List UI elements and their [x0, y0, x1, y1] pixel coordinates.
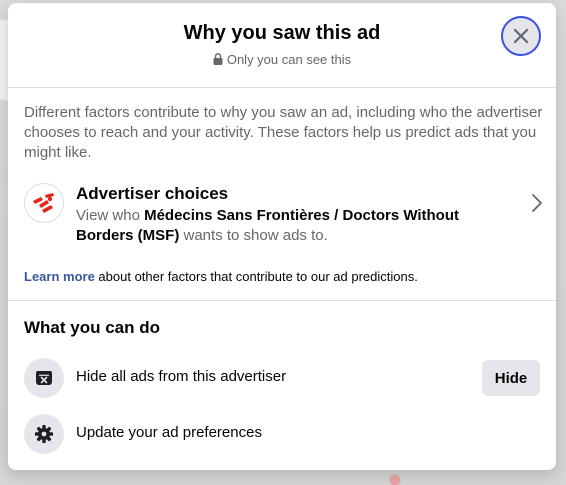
learn-more-link[interactable]: Learn more: [24, 269, 95, 284]
learn-more-text: about other factors that contribute to o…: [94, 269, 418, 284]
hide-ad-icon: [24, 358, 64, 398]
desc-suffix: wants to show ads to.: [179, 227, 328, 244]
update-ad-preferences-row[interactable]: Update your ad preferences: [24, 414, 540, 454]
divider: [8, 300, 556, 301]
hide-button[interactable]: Hide: [482, 360, 540, 396]
update-ad-preferences-label: Update your ad preferences: [76, 424, 262, 441]
advertiser-choices-heading: Advertiser choices: [76, 184, 229, 203]
why-you-saw-this-ad-dialog: Why you saw this ad Only you can see thi…: [8, 3, 556, 470]
hide-ads-label: Hide all ads from this advertiser: [76, 368, 287, 385]
learn-more-line: Learn more about other factors that cont…: [24, 269, 418, 284]
advertiser-logo: [24, 183, 64, 223]
lock-icon: [213, 53, 223, 68]
desc-prefix: View who: [76, 207, 145, 224]
privacy-note: Only you can see this: [8, 52, 556, 68]
close-button[interactable]: [501, 16, 541, 56]
intro-text: Different factors contribute to why you …: [24, 104, 543, 161]
dialog-title: Why you saw this ad: [183, 22, 381, 44]
chevron-right-icon: [530, 192, 544, 219]
hide-ads-row: Hide all ads from this advertiser Hide: [24, 358, 540, 398]
dialog-header: Why you saw this ad Only you can see thi…: [8, 3, 556, 88]
what-you-can-do-heading: What you can do: [24, 318, 160, 337]
advertiser-choices-description: View who Médecins Sans Frontières / Doct…: [76, 206, 476, 246]
advertiser-choices-row[interactable]: Advertiser choices View who Médecins San…: [22, 181, 542, 245]
gear-icon: [24, 414, 64, 454]
close-icon: [513, 28, 529, 44]
privacy-note-text: Only you can see this: [226, 52, 352, 67]
